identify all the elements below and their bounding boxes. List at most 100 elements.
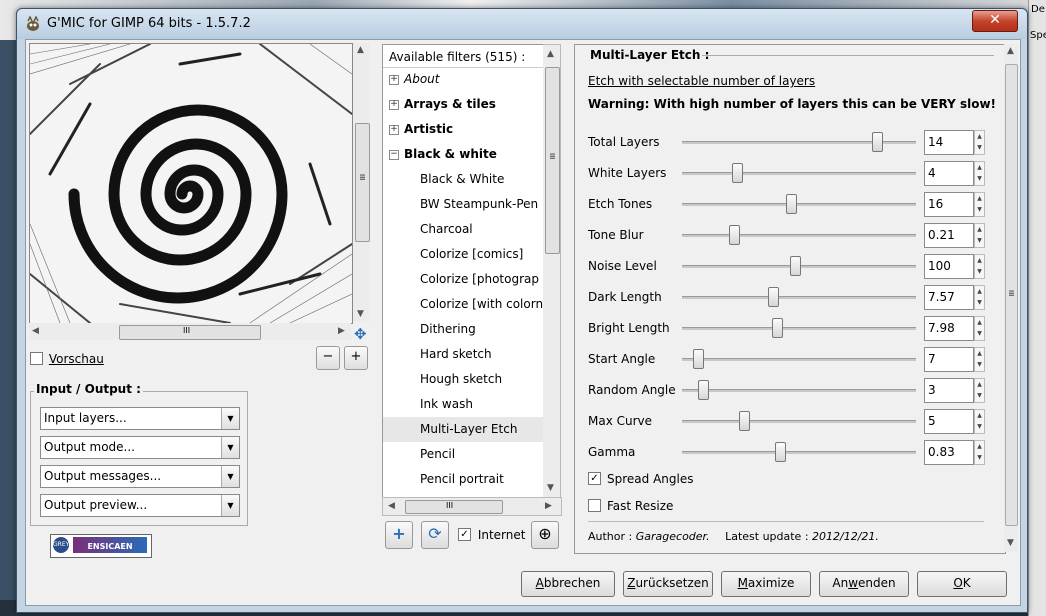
option-toggle[interactable]: Fast Resize	[588, 499, 673, 513]
input-layers-combo[interactable]: Input layers... ▼	[40, 407, 240, 430]
spin-down-icon[interactable]: ▼	[975, 452, 984, 463]
expand-icon[interactable]: +	[389, 100, 399, 110]
output-preview-combo[interactable]: Output preview... ▼	[40, 494, 240, 517]
zoom-out-button[interactable]: −	[316, 346, 340, 370]
ok-button[interactable]: OK	[917, 571, 1007, 597]
slider-handle[interactable]	[693, 349, 705, 369]
reset-button[interactable]: Zurücksetzen	[623, 571, 713, 597]
spin-up-icon[interactable]: ▲	[975, 379, 984, 390]
filter-item[interactable]: Colorize [comics]	[383, 242, 543, 267]
spin-down-icon[interactable]: ▼	[975, 328, 984, 339]
collapse-icon[interactable]: −	[389, 150, 399, 160]
scroll-up-arrow-icon[interactable]: ▲	[1007, 46, 1014, 56]
filter-item[interactable]: Pencil	[383, 442, 543, 467]
preview-vertical-scrollbar[interactable]: ▲ III ▼	[353, 43, 370, 322]
slider-handle[interactable]	[767, 287, 779, 307]
scroll-down-arrow-icon[interactable]: ▼	[547, 483, 554, 493]
filter-item[interactable]: Charcoal	[383, 217, 543, 242]
slider-track[interactable]	[682, 234, 916, 237]
spin-up-icon[interactable]: ▲	[975, 441, 984, 452]
chevron-down-icon[interactable]: ▼	[221, 437, 239, 458]
filter-item[interactable]: + About	[383, 67, 543, 92]
spin-down-icon[interactable]: ▼	[975, 266, 984, 277]
filter-item[interactable]: − Black & white	[383, 142, 543, 167]
filter-item[interactable]: + Artistic	[383, 117, 543, 142]
slider-handle[interactable]	[871, 132, 883, 152]
output-messages-combo[interactable]: Output messages... ▼	[40, 465, 240, 488]
scrollbar-thumb[interactable]: III	[545, 67, 560, 254]
value-input[interactable]: 0.21	[924, 223, 974, 248]
spin-buttons[interactable]: ▲ ▼	[974, 223, 985, 248]
spin-buttons[interactable]: ▲ ▼	[974, 285, 985, 310]
filter-item[interactable]: Black & White	[383, 167, 543, 192]
expand-icon[interactable]: +	[389, 75, 399, 85]
preview-horizontal-scrollbar[interactable]: ◀ III ▶	[29, 323, 351, 340]
scrollbar-thumb[interactable]: III	[119, 325, 261, 340]
spin-up-icon[interactable]: ▲	[975, 224, 984, 235]
filter-item[interactable]: Colorize [with colorn	[383, 292, 543, 317]
spin-up-icon[interactable]: ▲	[975, 410, 984, 421]
greyc-ensicaen-logo[interactable]: GREYC ENSICAEN	[50, 534, 152, 558]
cancel-button[interactable]: Abbrechen	[521, 571, 615, 597]
scroll-right-arrow-icon[interactable]: ▶	[545, 501, 552, 511]
spin-down-icon[interactable]: ▼	[975, 297, 984, 308]
scroll-up-arrow-icon[interactable]: ▲	[357, 45, 364, 55]
preview-toggle[interactable]: Vorschau	[30, 352, 104, 366]
spin-buttons[interactable]: ▲ ▼	[974, 409, 985, 434]
spin-up-icon[interactable]: ▲	[975, 131, 984, 142]
spin-down-icon[interactable]: ▼	[975, 204, 984, 215]
value-input[interactable]: 7.57	[924, 285, 974, 310]
spin-buttons[interactable]: ▲ ▼	[974, 192, 985, 217]
spin-buttons[interactable]: ▲ ▼	[974, 347, 985, 372]
value-input[interactable]: 0.83	[924, 440, 974, 465]
move-preview-icon[interactable]: ✥	[354, 325, 367, 343]
chevron-down-icon[interactable]: ▼	[221, 408, 239, 429]
option-checkbox[interactable]	[588, 499, 601, 512]
scroll-right-arrow-icon[interactable]: ▶	[338, 326, 345, 336]
search-filter-button[interactable]: ⊕	[531, 521, 559, 549]
slider-handle[interactable]	[785, 194, 797, 214]
filter-tree-vertical-scrollbar[interactable]: ▲ III ▼	[543, 44, 561, 499]
filter-item[interactable]: Pencil portrait	[383, 467, 543, 492]
chevron-down-icon[interactable]: ▼	[221, 466, 239, 487]
spin-down-icon[interactable]: ▼	[975, 173, 984, 184]
slider-handle[interactable]	[790, 256, 802, 276]
scroll-down-arrow-icon[interactable]: ▼	[357, 309, 364, 319]
filter-item[interactable]: Ink wash	[383, 392, 543, 417]
spin-buttons[interactable]: ▲ ▼	[974, 378, 985, 403]
slider-track[interactable]	[682, 358, 916, 361]
expand-icon[interactable]: +	[389, 125, 399, 135]
slider-handle[interactable]	[772, 318, 784, 338]
filter-tree-horizontal-scrollbar[interactable]: ◀ III ▶	[382, 497, 562, 516]
filter-description-link[interactable]: Etch with selectable number of layers	[588, 74, 815, 88]
slider-track[interactable]	[682, 420, 916, 423]
filter-item[interactable]: Dithering	[383, 317, 543, 342]
spin-up-icon[interactable]: ▲	[975, 193, 984, 204]
close-button[interactable]: ✕	[972, 10, 1018, 32]
spin-up-icon[interactable]: ▲	[975, 348, 984, 359]
slider-track[interactable]	[682, 451, 916, 454]
spin-buttons[interactable]: ▲ ▼	[974, 440, 985, 465]
filter-item[interactable]: Colorize [photograp	[383, 267, 543, 292]
option-checkbox[interactable]: ✓	[588, 472, 601, 485]
value-input[interactable]: 3	[924, 378, 974, 403]
spin-down-icon[interactable]: ▼	[975, 359, 984, 370]
filter-tree[interactable]: Available filters (515) : + About + Arrays …	[382, 44, 544, 499]
filter-item[interactable]: Hard sketch	[383, 342, 543, 367]
scrollbar-thumb[interactable]: III	[405, 500, 503, 514]
parameters-vertical-scrollbar[interactable]: ▲ III ▼	[1004, 44, 1018, 552]
slider-track[interactable]	[682, 172, 916, 175]
spin-buttons[interactable]: ▲ ▼	[974, 161, 985, 186]
scroll-up-arrow-icon[interactable]: ▲	[547, 49, 554, 59]
preview-checkbox[interactable]	[30, 352, 43, 365]
slider-handle[interactable]	[697, 380, 709, 400]
refresh-filters-button[interactable]: ⟳	[421, 521, 449, 549]
slider-handle[interactable]	[774, 442, 786, 462]
slider-track[interactable]	[682, 296, 916, 299]
value-input[interactable]: 4	[924, 161, 974, 186]
zoom-in-button[interactable]: +	[344, 346, 368, 370]
preview-image[interactable]	[29, 43, 353, 324]
slider-track[interactable]	[682, 389, 916, 392]
slider-handle[interactable]	[731, 163, 743, 183]
spin-down-icon[interactable]: ▼	[975, 142, 984, 153]
